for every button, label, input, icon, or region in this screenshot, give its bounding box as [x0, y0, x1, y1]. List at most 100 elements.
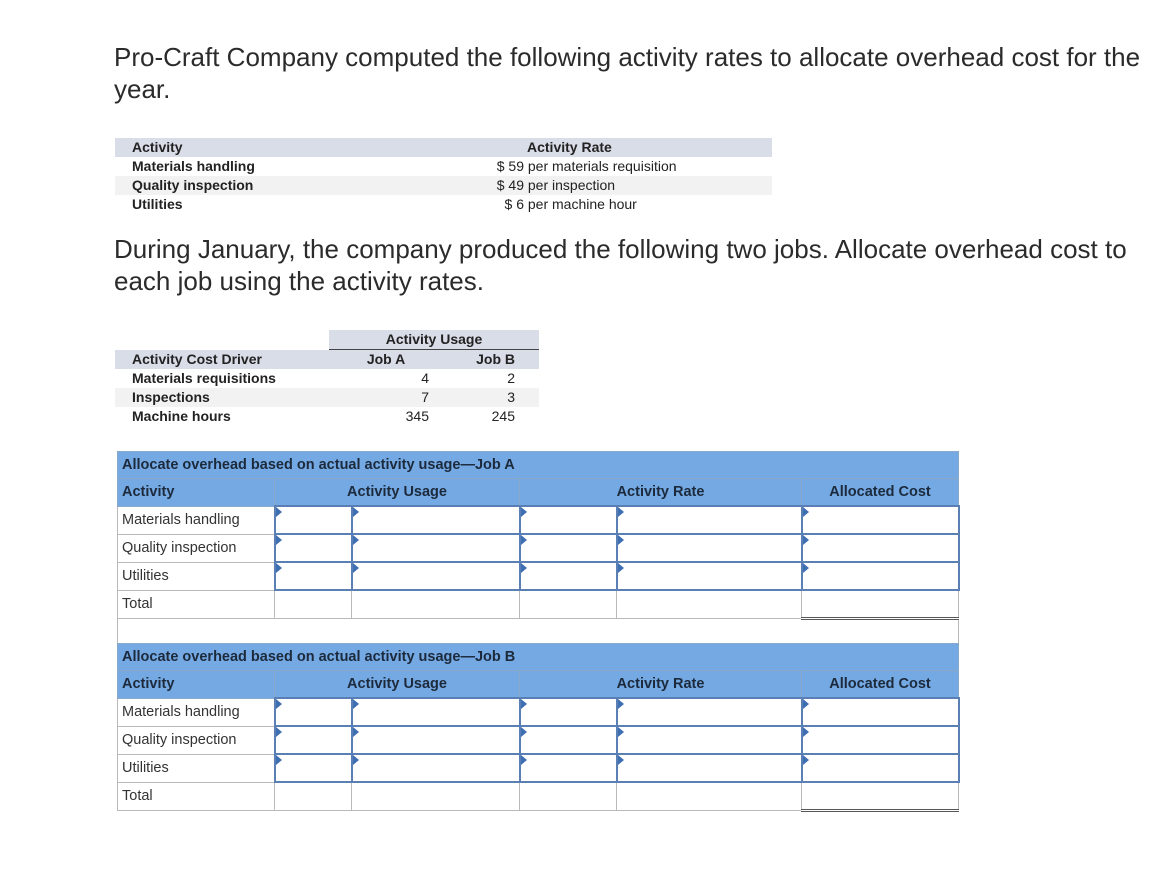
- job-b-usage: 3: [443, 388, 539, 407]
- input-marker-icon: [520, 507, 527, 517]
- rate-unit-input[interactable]: [615, 533, 803, 563]
- rate-unit-field[interactable]: [617, 755, 801, 781]
- rate-unit-field[interactable]: [617, 727, 801, 753]
- usage-quantity-field[interactable]: [275, 755, 351, 781]
- activity-usage-column-header: Activity Usage: [274, 670, 520, 699]
- usage-quantity-field[interactable]: [275, 699, 351, 725]
- input-marker-icon: [352, 699, 359, 709]
- allocated-cost-field[interactable]: [802, 755, 958, 781]
- usage-unit-input[interactable]: [350, 533, 521, 563]
- usage-unit-input[interactable]: [350, 505, 521, 535]
- rate-amount-field[interactable]: [520, 535, 616, 561]
- worksheet-row: Utilities: [117, 561, 960, 591]
- allocated-cost-input[interactable]: [800, 505, 960, 535]
- row-label: Materials handling: [117, 697, 275, 727]
- allocated-cost-input[interactable]: [800, 753, 960, 783]
- usage-quantity-input[interactable]: [273, 753, 353, 783]
- usage-unit-input[interactable]: [350, 697, 521, 727]
- usage-unit-input[interactable]: [350, 725, 521, 755]
- usage-unit-input[interactable]: [350, 561, 521, 591]
- rate-unit-input[interactable]: [615, 725, 803, 755]
- rate-unit-input[interactable]: [615, 561, 803, 591]
- rate-amount-input[interactable]: [518, 561, 618, 591]
- usage-unit-input[interactable]: [350, 753, 521, 783]
- usage-quantity-input[interactable]: [273, 697, 353, 727]
- rate-amount-field[interactable]: [520, 563, 616, 589]
- rate-amount-input[interactable]: [518, 753, 618, 783]
- allocated-cost-column-header: Allocated Cost: [800, 478, 960, 507]
- usage-row: Materials requisitions 4 2: [115, 369, 539, 388]
- usage-unit-field[interactable]: [352, 755, 519, 781]
- rate-unit-field[interactable]: [617, 699, 801, 725]
- input-marker-icon: [352, 535, 359, 545]
- activity-rate-column-header: Activity Rate: [519, 478, 802, 507]
- allocated-cost-field[interactable]: [802, 727, 958, 753]
- usage-quantity-input[interactable]: [273, 725, 353, 755]
- worksheet-row: Utilities: [117, 753, 960, 783]
- input-marker-icon: [520, 535, 527, 545]
- usage-unit-field[interactable]: [352, 699, 519, 725]
- rate-unit-input[interactable]: [615, 697, 803, 727]
- activity-column-header: Activity: [117, 670, 275, 699]
- total-label: Total: [117, 781, 275, 811]
- allocated-cost-field[interactable]: [802, 507, 958, 533]
- rate-amount-field[interactable]: [520, 507, 616, 533]
- usage-quantity-field[interactable]: [275, 563, 351, 589]
- input-marker-icon: [275, 535, 282, 545]
- activity-column-header: Activity: [117, 478, 275, 507]
- usage-row: Machine hours 345 245: [115, 407, 539, 426]
- allocated-cost-input[interactable]: [800, 725, 960, 755]
- allocated-cost-input[interactable]: [800, 697, 960, 727]
- activity-usage-group-header: Activity Usage: [329, 330, 539, 350]
- activity-rate-header: Activity Rate: [422, 138, 772, 157]
- usage-quantity-input[interactable]: [273, 505, 353, 535]
- input-marker-icon: [617, 699, 624, 709]
- usage-quantity-field[interactable]: [275, 727, 351, 753]
- input-marker-icon: [352, 755, 359, 765]
- total-allocated-cost[interactable]: [800, 589, 960, 620]
- rate-amount-field[interactable]: [520, 755, 616, 781]
- allocated-cost-input[interactable]: [800, 533, 960, 563]
- rate-amount-input[interactable]: [518, 725, 618, 755]
- rate-unit-field[interactable]: [617, 563, 801, 589]
- rate-amount-input[interactable]: [518, 533, 618, 563]
- job-a-usage: 7: [329, 388, 443, 407]
- usage-unit-field[interactable]: [352, 727, 519, 753]
- rate-activity: Utilities: [132, 196, 183, 212]
- job-a-header: Job A: [329, 349, 443, 369]
- usage-unit-field[interactable]: [352, 507, 519, 533]
- row-label: Quality inspection: [117, 725, 275, 755]
- cost-driver: Materials requisitions: [132, 370, 276, 386]
- usage-quantity-field[interactable]: [275, 535, 351, 561]
- rate-amount-field[interactable]: [520, 727, 616, 753]
- total-allocated-cost[interactable]: [801, 781, 959, 812]
- input-marker-icon: [802, 507, 809, 517]
- allocated-cost-field[interactable]: [802, 563, 958, 589]
- rate-amount: $ 6: [504, 196, 524, 212]
- allocated-cost-field[interactable]: [802, 535, 958, 561]
- allocated-cost-input[interactable]: [800, 561, 960, 591]
- input-marker-icon: [352, 563, 359, 573]
- input-marker-icon: [617, 507, 624, 517]
- input-marker-icon: [802, 727, 809, 737]
- job-b-header: Job B: [443, 349, 539, 369]
- rate-unit-input[interactable]: [615, 753, 803, 783]
- worksheet-row: Quality inspection: [117, 533, 960, 563]
- job-b-usage: 245: [491, 408, 515, 424]
- allocated-cost-field[interactable]: [802, 699, 958, 725]
- usage-unit-field[interactable]: [352, 563, 519, 589]
- usage-quantity-input[interactable]: [273, 533, 353, 563]
- usage-unit-field[interactable]: [352, 535, 519, 561]
- usage-quantity-field[interactable]: [275, 507, 351, 533]
- rate-unit-input[interactable]: [615, 505, 803, 535]
- rate-unit-field[interactable]: [617, 535, 801, 561]
- rate-row: Quality inspection $ 49 per inspection: [115, 176, 772, 195]
- usage-quantity-input[interactable]: [273, 561, 353, 591]
- worksheet-title: Allocate overhead based on actual activi…: [116, 451, 960, 479]
- rate-amount-field[interactable]: [520, 699, 616, 725]
- allocated-cost-column-header: Allocated Cost: [801, 670, 959, 699]
- rate-amount-input[interactable]: [518, 697, 618, 727]
- rate-amount-input[interactable]: [518, 505, 618, 535]
- input-marker-icon: [275, 563, 282, 573]
- rate-unit-field[interactable]: [617, 507, 801, 533]
